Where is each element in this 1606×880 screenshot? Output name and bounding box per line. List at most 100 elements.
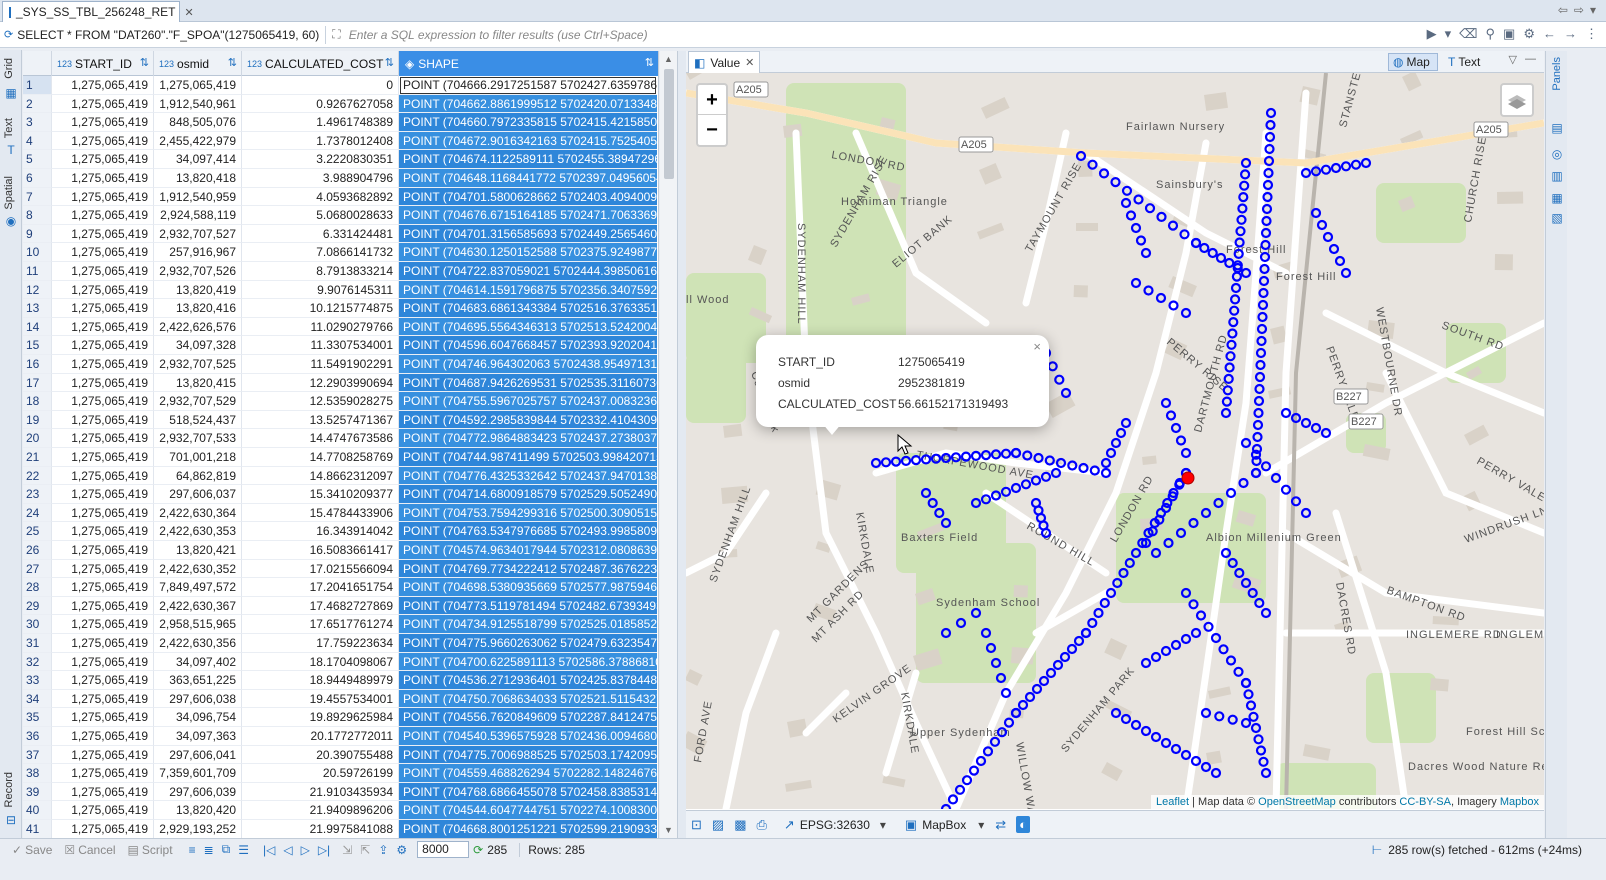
chevron-down-icon[interactable]: ▾ [978,818,984,832]
first-page-icon[interactable]: |◁ [263,843,275,857]
cost-cell[interactable]: 21.9103435934 [242,782,399,802]
panels-icon[interactable]: ⚙ [1523,26,1535,42]
back-arrow-icon[interactable]: ⇦ [1558,3,1568,17]
forward-icon[interactable]: → [1564,26,1577,42]
shape-cell[interactable]: POINT (704753.7594299316 5702500.3090515… [399,503,657,523]
previous-icon[interactable]: ◁ [283,843,292,857]
osmid-cell[interactable]: 2,422,630,353 [154,522,242,541]
more-icon[interactable]: ⋮ [1585,26,1598,42]
script-button[interactable]: ▤ Script [128,843,173,857]
table-row[interactable]: 10 1,275,065,419 257,916,967 7.0866141732 PO… [23,243,658,262]
cost-cell[interactable]: 1.7378012408 [242,131,399,151]
row-number[interactable]: 24 [23,503,52,523]
license-link[interactable]: CC-BY-SA [1399,796,1451,808]
osmid-cell[interactable]: 2,932,707,526 [154,262,242,281]
start-id-cell[interactable]: 1,275,065,419 [52,503,154,523]
record-view-tab[interactable]: Record [3,772,15,807]
osmid-cell[interactable]: 2,422,626,576 [154,317,242,337]
refresh-icon[interactable]: ⟳ [473,843,483,857]
mapbox-link[interactable]: Mapbox [1500,796,1539,808]
cost-cell[interactable]: 21.9409896206 [242,801,399,820]
row-number[interactable]: 36 [23,727,52,746]
table-row[interactable]: 26 1,275,065,419 13,820,421 16.5083661417 PO… [23,541,658,560]
osmid-cell[interactable]: 848,505,076 [154,113,242,132]
table-row[interactable]: 14 1,275,065,419 2,422,626,576 11.029027976… [23,317,658,337]
row-number[interactable]: 29 [23,596,52,616]
osmid-cell[interactable]: 1,275,065,419 [154,76,242,95]
map-view-toggle[interactable]: ◍ Map [1388,53,1438,71]
start-id-cell[interactable]: 1,275,065,419 [52,745,154,765]
start-id-cell[interactable]: 1,275,065,419 [52,373,154,393]
start-id-cell[interactable]: 1,275,065,419 [52,317,154,337]
osmid-cell[interactable]: 257,916,967 [154,243,242,262]
cost-cell[interactable]: 3.988904796 [242,169,399,188]
start-id-cell[interactable]: 1,275,065,419 [52,522,154,541]
osmid-cell[interactable]: 297,606,041 [154,745,242,765]
table-tab[interactable]: _SYS_SS_TBL_256248_RET ✕ [2,1,194,22]
row-number[interactable]: 21 [23,448,52,467]
start-id-cell[interactable]: 1,275,065,419 [52,596,154,616]
shape-cell[interactable]: POINT (704701.5800628662 5702403.4094009… [399,187,657,207]
row-number[interactable]: 31 [23,634,52,653]
start-id-cell[interactable]: 1,275,065,419 [52,764,154,783]
start-id-cell[interactable]: 1,275,065,419 [52,634,154,653]
sort-filter-icon[interactable]: ⇅ [645,56,654,69]
table-row[interactable]: 36 1,275,065,419 34,097,363 20.1772772011 PO… [23,727,658,746]
osmid-cell[interactable]: 1,912,540,961 [154,94,242,114]
shape-cell[interactable]: POINT (704746.964302063 5702438.95497131… [399,355,657,374]
close-icon[interactable]: ✕ [745,56,754,69]
start-id-cell[interactable]: 1,275,065,419 [52,187,154,207]
row-number[interactable]: 37 [23,745,52,765]
row-number[interactable]: 4 [23,131,52,151]
table-row[interactable]: 2 1,275,065,419 1,912,540,961 0.9267627058 P… [23,94,658,114]
close-icon[interactable]: ✕ [184,6,193,19]
shape-cell[interactable]: POINT (704660.7972335815 5702415.4215850… [399,113,657,132]
filter-input[interactable]: Enter a SQL expression to filter results… [349,28,1349,42]
shape-cell[interactable]: POINT (704750.7068634033 5702521.5115432… [399,689,657,709]
table-row[interactable]: 8 1,275,065,419 2,924,588,119 5.0680028633 P… [23,206,658,225]
osmid-cell[interactable]: 13,820,416 [154,299,242,318]
osmid-cell[interactable]: 518,524,437 [154,410,242,430]
table-row[interactable]: 38 1,275,065,419 7,359,601,709 20.59726199 P… [23,764,658,783]
row-number[interactable]: 7 [23,187,52,207]
row-number[interactable]: 22 [23,466,52,486]
table-row[interactable]: 9 1,275,065,419 2,932,707,527 6.331424481 PO… [23,224,658,244]
start-id-cell[interactable]: 1,275,065,419 [52,652,154,672]
shape-cell[interactable]: POINT (704775.7006988525 5702503.1742095… [399,745,657,765]
row-number[interactable]: 10 [23,243,52,262]
table-row[interactable]: 30 1,275,065,419 2,958,515,965 17.651776127… [23,615,658,634]
cost-cell[interactable]: 0 [242,76,399,95]
table-row[interactable]: 37 1,275,065,419 297,606,041 20.390755488 PO… [23,745,658,765]
minimize-icon[interactable]: — [1525,53,1536,66]
shape-cell[interactable]: POINT (704722.837059021 5702444.39850616… [399,262,657,281]
shape-cell[interactable]: POINT (704755.5967025757 5702437.0083236… [399,392,657,411]
text-view-toggle[interactable]: T Text [1448,53,1480,71]
osmid-cell[interactable]: 2,932,707,529 [154,392,242,411]
settings-icon[interactable]: ⚙ [396,843,407,857]
table-row[interactable]: 6 1,275,065,419 13,820,418 3.988904796 POINT… [23,169,658,188]
osmid-cell[interactable]: 13,820,418 [154,169,242,188]
start-id-cell[interactable]: 1,275,065,419 [52,113,154,132]
shape-cell[interactable]: POINT (704768.6866455078 5702458.8385314… [399,782,657,802]
column-header-calculated-cost[interactable]: 123 CALCULATED_COST ⇅ [242,51,399,76]
shape-cell[interactable]: POINT (704540.5396575928 5702436.0094680… [399,727,657,746]
cost-cell[interactable]: 18.9449489979 [242,671,399,690]
shape-cell[interactable]: POINT (704668.8001251221 5702599.2190933… [399,820,657,839]
cost-cell[interactable]: 4.0593682892 [242,187,399,207]
table-row[interactable]: 32 1,275,065,419 34,097,402 18.1704098067 PO… [23,652,658,672]
row-number[interactable]: 39 [23,782,52,802]
osmid-cell[interactable]: 297,606,038 [154,689,242,709]
row-number[interactable]: 14 [23,317,52,337]
leaflet-link[interactable]: Leaflet [1156,796,1189,808]
chevron-down-icon[interactable]: ▾ [880,818,886,832]
shape-cell[interactable]: POINT (704701.3156585693 5702449.2565460… [399,224,657,244]
start-id-cell[interactable]: 1,275,065,419 [52,355,154,374]
osmid-cell[interactable]: 34,097,363 [154,727,242,746]
cost-cell[interactable]: 6.331424481 [242,224,399,244]
shape-cell[interactable]: POINT (704544.6047744751 5702274.1008300… [399,801,657,820]
layout-icon[interactable]: ▧ [1550,211,1564,225]
table-row[interactable]: 24 1,275,065,419 2,422,630,364 15.478443390… [23,503,658,523]
target-icon[interactable]: ◎ [1550,147,1564,161]
save-filter-icon[interactable]: ▣ [1503,26,1515,42]
table-row[interactable]: 29 1,275,065,419 2,422,630,367 17.468272786… [23,596,658,616]
